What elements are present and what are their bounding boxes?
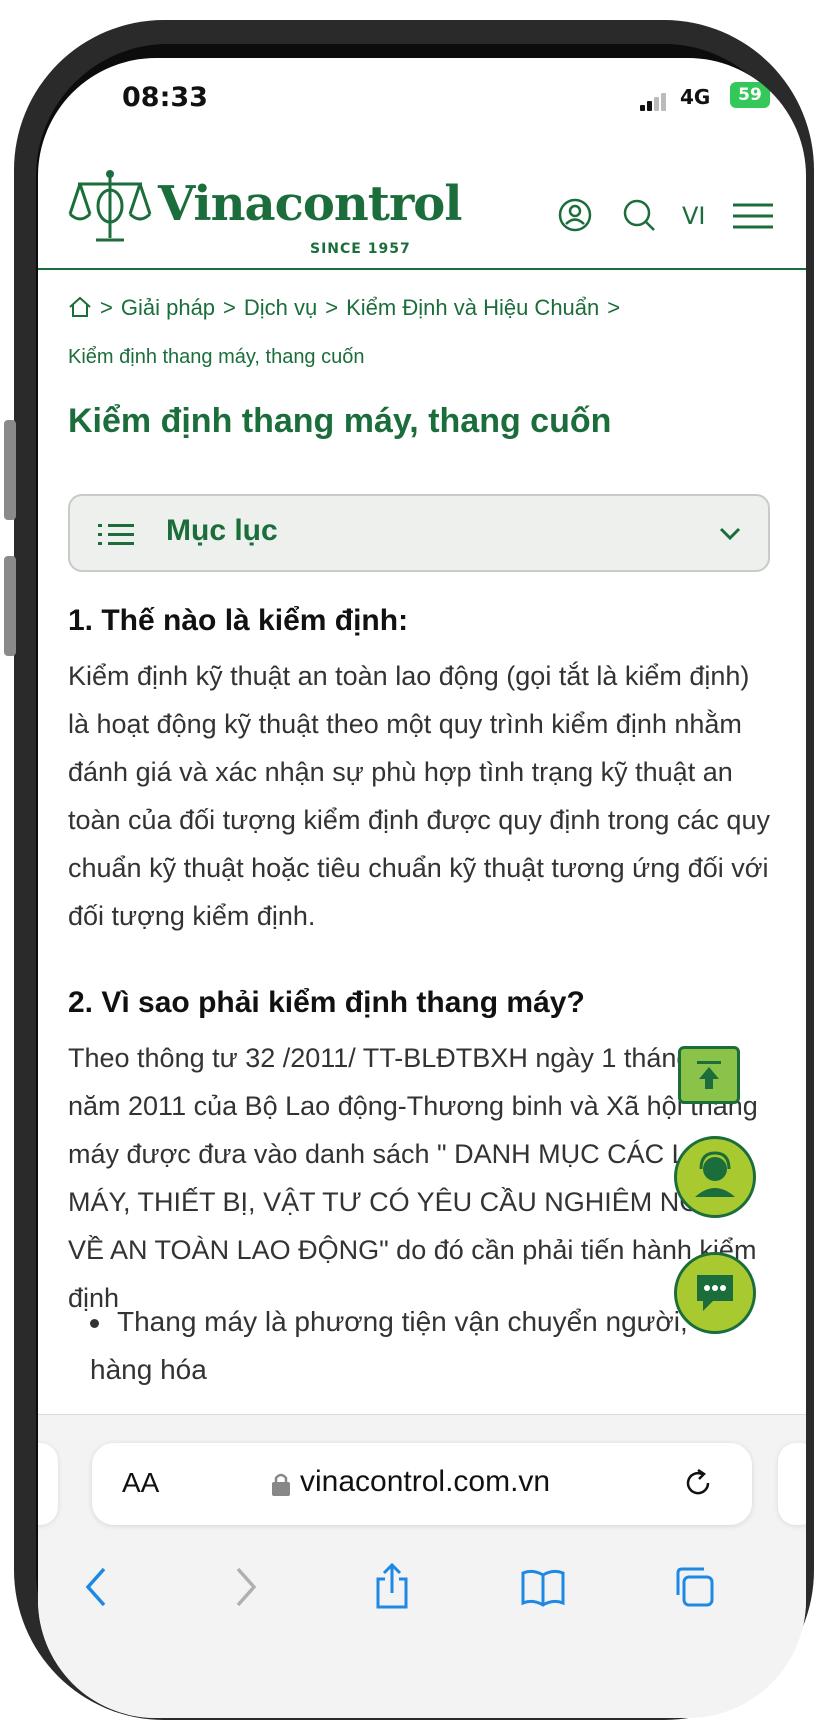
scales-logo-icon[interactable] — [68, 166, 152, 254]
network-type: 4G — [680, 85, 711, 109]
home-icon[interactable] — [68, 295, 92, 320]
phone-volume-down — [4, 556, 16, 656]
section-heading: 2. Vì sao phải kiểm định thang máy? — [68, 986, 585, 1019]
search-icon[interactable] — [621, 197, 657, 237]
support-agent-button[interactable] — [674, 1136, 756, 1218]
next-tab-preview[interactable] — [778, 1443, 806, 1525]
reload-icon[interactable] — [682, 1467, 714, 1503]
user-icon[interactable] — [558, 198, 592, 236]
list-icon — [98, 522, 134, 552]
breadcrumb-item[interactable]: Kiểm Định và Hiệu Chuẩn — [346, 295, 599, 320]
toc-label: Mục lục — [166, 514, 278, 547]
text-size-button[interactable]: AA — [122, 1467, 159, 1499]
share-icon[interactable] — [372, 1561, 412, 1615]
back-icon[interactable] — [82, 1565, 112, 1613]
hamburger-menu-icon[interactable] — [733, 202, 773, 234]
toc-dropdown[interactable]: Mục lục — [68, 494, 770, 572]
breadcrumb-item[interactable]: Dịch vụ — [244, 295, 317, 320]
logo-since: SINCE 1957 — [310, 241, 411, 257]
phone-volume-up — [4, 420, 16, 520]
signal-icon — [640, 92, 668, 111]
tabs-icon[interactable] — [672, 1565, 716, 1613]
address-bar[interactable]: AA vinacontrol.com.vn — [92, 1443, 752, 1525]
status-time: 08:33 — [122, 82, 208, 113]
bullet-dot — [90, 1319, 99, 1329]
forward-icon[interactable] — [230, 1565, 260, 1613]
chevron-down-icon — [718, 526, 742, 546]
language-switcher[interactable]: VI — [682, 202, 706, 230]
section-body: Theo thông tư 32 /2011/ TT-BLĐTBXH ngày … — [68, 1043, 758, 1313]
chat-button[interactable] — [674, 1252, 756, 1334]
battery-icon: 59 — [730, 82, 770, 108]
previous-tab-preview[interactable] — [38, 1443, 58, 1525]
url-text[interactable]: vinacontrol.com.vn — [300, 1465, 550, 1499]
breadcrumb: > Giải pháp > Dịch vụ > Kiểm Định và Hiệu Chu… — [68, 295, 621, 368]
section-heading: 1. Thế nào là kiểm định: — [68, 604, 409, 637]
list-item: Thang máy là phương tiện vận chuyển ngườ… — [90, 1306, 688, 1385]
section-body: Kiểm định kỹ thuật an toàn lao động (gọi… — [68, 661, 770, 931]
breadcrumb-current: Kiểm định thang máy, thang cuốn — [68, 346, 365, 368]
bookmarks-icon[interactable] — [520, 1565, 566, 1613]
phone-screen: 08:33 4G 59 Vinacontrol SINCE 1957 VI > … — [38, 58, 806, 1718]
lock-icon — [270, 1471, 292, 1501]
logo-wordmark[interactable]: Vinacontrol — [158, 176, 462, 232]
site-header: Vinacontrol SINCE 1957 VI — [38, 158, 806, 270]
page-title: Kiểm định thang máy, thang cuốn — [68, 402, 612, 440]
scroll-to-top-button[interactable] — [678, 1046, 740, 1104]
status-bar: 08:33 4G 59 — [38, 58, 806, 128]
browser-bottom-bar: AA vinacontrol.com.vn — [38, 1414, 806, 1718]
breadcrumb-item[interactable]: Giải pháp — [121, 295, 215, 320]
